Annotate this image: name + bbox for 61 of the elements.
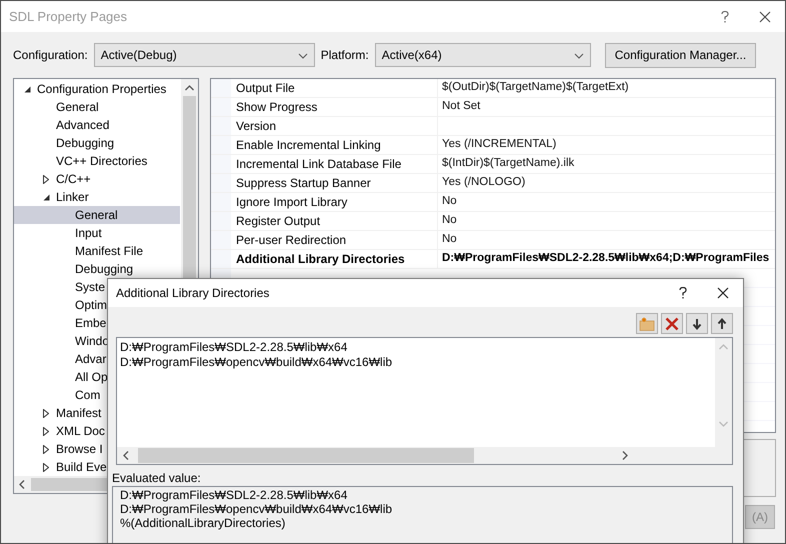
window-title: SDL Property Pages <box>9 8 128 24</box>
tree-item[interactable]: Browse I <box>14 440 180 458</box>
property-name[interactable]: Ignore Import Library <box>231 193 437 211</box>
new-folder-icon <box>639 316 655 330</box>
evaluated-value-label: Evaluated value: <box>112 471 201 486</box>
evaluated-path: D:₩ProgramFiles₩opencv₩build₩x64₩vc16₩lib <box>120 502 392 516</box>
chevron-down-icon <box>298 52 308 59</box>
directory-path[interactable]: D:₩ProgramFiles₩opencv₩build₩x64₩vc16₩lib <box>117 355 392 370</box>
property-value[interactable]: Yes (/NOLOGO) <box>437 174 775 192</box>
property-value[interactable]: Not Set <box>437 98 775 116</box>
delete-button[interactable] <box>661 313 683 334</box>
property-value[interactable]: D:₩ProgramFiles₩SDL2-2.28.5₩lib₩x64;D:₩ProgramFiles <box>437 250 775 268</box>
tree-item[interactable]: General <box>14 206 180 224</box>
property-value[interactable]: Yes (/INCREMENTAL) <box>437 136 775 154</box>
tree-item[interactable]: C/C++ <box>14 170 180 188</box>
tree-item[interactable]: Manifest File <box>14 242 180 260</box>
property-name[interactable]: Output File <box>231 79 437 97</box>
down-arrow-icon <box>692 318 702 330</box>
delete-icon <box>665 316 679 330</box>
vertical-scrollbar[interactable] <box>715 338 732 447</box>
property-name[interactable]: Suppress Startup Banner <box>231 174 437 192</box>
property-value[interactable]: $(IntDir)$(TargetName).ilk <box>437 155 775 173</box>
configuration-manager-button[interactable]: Configuration Manager... <box>604 42 756 68</box>
property-value[interactable]: No <box>437 231 775 249</box>
help-icon <box>679 287 687 299</box>
property-name[interactable]: Per-user Redirection <box>231 231 437 249</box>
property-name[interactable]: Enable Incremental Linking <box>231 136 437 154</box>
move-up-button[interactable] <box>711 313 733 334</box>
tree-item[interactable]: XML Doc <box>14 422 180 440</box>
evaluated-path: D:₩ProgramFiles₩SDL2-2.28.5₩lib₩x64 <box>120 488 348 502</box>
property-name[interactable]: Additional Library Directories <box>231 250 437 268</box>
horizontal-scrollbar[interactable] <box>117 447 732 464</box>
platform-label: Platform: <box>320 48 369 62</box>
tree-item[interactable]: Manifest <box>14 404 180 422</box>
chevron-down-icon <box>574 52 584 59</box>
property-name[interactable]: Version <box>231 117 437 135</box>
tree-item[interactable]: Debugging <box>14 134 180 152</box>
close-icon <box>717 287 729 299</box>
property-name[interactable]: Show Progress <box>231 98 437 116</box>
property-name[interactable]: Incremental Link Database File <box>231 155 437 173</box>
configuration-label: Configuration: <box>13 48 88 62</box>
configuration-dropdown[interactable]: Active(Debug) <box>94 43 315 67</box>
platform-dropdown[interactable]: Active(x64) <box>374 43 591 67</box>
move-down-button[interactable] <box>686 313 708 334</box>
evaluated-path: %(AdditionalLibraryDirectories) <box>120 516 286 530</box>
property-value[interactable]: $(OutDir)$(TargetName)$(TargetExt) <box>437 79 775 97</box>
tree-item[interactable]: General <box>14 98 180 116</box>
tree-item[interactable]: Input <box>14 224 180 242</box>
property-name[interactable]: Register Output <box>231 212 437 230</box>
directory-path[interactable]: D:₩ProgramFiles₩SDL2-2.28.5₩lib₩x64 <box>117 340 348 355</box>
tree-item[interactable]: Advanced <box>14 116 180 134</box>
help-icon <box>721 10 729 22</box>
property-value[interactable]: No <box>437 212 775 230</box>
property-value[interactable]: No <box>437 193 775 211</box>
up-arrow-icon <box>717 318 727 330</box>
tree-item[interactable]: Configuration Properties <box>14 80 180 98</box>
tree-item[interactable]: Debugging <box>14 260 180 278</box>
tree-item[interactable]: Linker <box>14 188 180 206</box>
close-icon <box>759 10 771 22</box>
dialog-title: Additional Library Directories <box>116 286 270 300</box>
tree-item[interactable]: VC++ Directories <box>14 152 180 170</box>
